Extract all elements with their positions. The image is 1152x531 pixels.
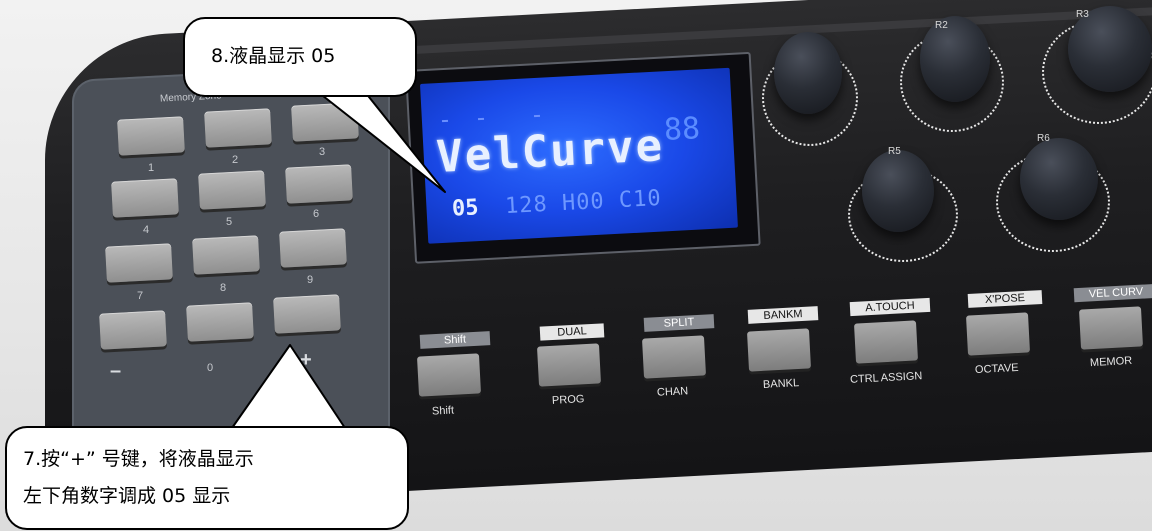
- bottom-callout-tail: [231, 344, 346, 429]
- bottom-callout-line-1: 7.按“+” 号键，将液晶显示: [23, 448, 254, 470]
- top-callout-tail: [317, 91, 446, 193]
- bottom-callout: 7.按“+” 号键，将液晶显示 左下角数字调成 05 显示: [5, 426, 409, 530]
- bottom-callout-text: 7.按“+” 号键，将液晶显示 左下角数字调成 05 显示: [23, 441, 254, 515]
- top-callout: 8.液晶显示 05: [183, 17, 417, 97]
- bottom-callout-line-2: 左下角数字调成 05 显示: [23, 485, 231, 507]
- top-callout-text: 8.液晶显示 05: [211, 45, 336, 67]
- photo-scene: Memory Zone 1 2 3 4 5 6 7 8 9 – 0 + VelC…: [0, 0, 1152, 531]
